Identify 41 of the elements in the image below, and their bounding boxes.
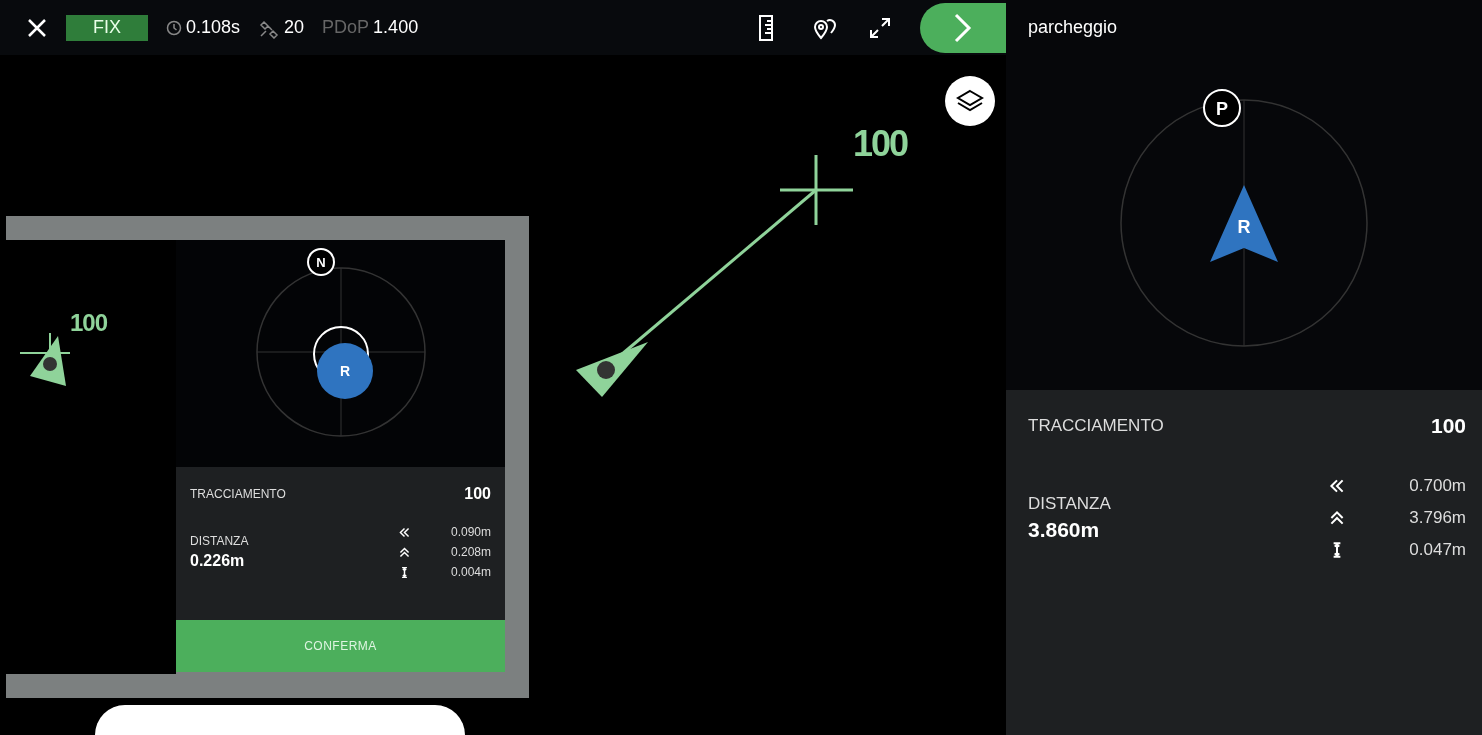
ruler-button[interactable] <box>758 14 774 41</box>
close-icon <box>26 16 48 39</box>
target-mark: P <box>1216 99 1228 119</box>
ruler-icon <box>758 14 774 41</box>
expand-button[interactable] <box>868 15 892 40</box>
chevron-right-icon <box>952 11 974 44</box>
offset-value: 0.047m <box>1409 540 1466 560</box>
tracking-label: TRACCIAMENTO <box>190 487 286 501</box>
double-chevron-left-icon <box>1328 477 1346 495</box>
distance-label: DISTANZA <box>190 534 249 548</box>
target-label: 100 <box>70 309 108 337</box>
close-button[interactable] <box>26 16 48 39</box>
satellite-count: 20 <box>284 17 305 38</box>
tracking-value: 100 <box>464 485 491 503</box>
double-chevron-left-icon <box>398 525 411 539</box>
double-chevron-up-icon <box>398 545 411 559</box>
north-mark: N <box>315 255 326 270</box>
latency-value: 0.108s <box>186 17 241 38</box>
rover-mark: R <box>339 363 350 379</box>
double-chevron-up-icon <box>1328 509 1346 527</box>
offset-value: 0.700m <box>1409 476 1466 496</box>
next-button[interactable] <box>920 2 1006 53</box>
offset-value: 3.796m <box>1409 508 1466 528</box>
layers-icon <box>955 88 985 114</box>
fix-status-badge: FIX <box>66 14 148 41</box>
layers-button[interactable] <box>945 76 995 126</box>
offset-value: 0.004m <box>450 565 491 579</box>
offset-value: 0.090m <box>450 525 491 539</box>
tracking-value: 100 <box>1430 414 1466 438</box>
distance-label: DISTANZA <box>1028 494 1111 514</box>
clock-icon <box>166 19 182 36</box>
distance-value: 3.860m <box>1028 518 1101 542</box>
pdop-value: 1.400 <box>373 17 419 38</box>
pdop-label: PDoP <box>322 17 370 38</box>
distance-value: 0.226m <box>190 552 246 570</box>
target-label: 100 <box>853 123 908 165</box>
offset-value: 0.208m <box>450 545 491 559</box>
tracking-label: TRACCIAMENTO <box>1028 416 1164 436</box>
rover-mark: R <box>1237 217 1251 237</box>
point-title: parcheggio <box>1028 17 1118 38</box>
expand-icon <box>868 15 892 40</box>
